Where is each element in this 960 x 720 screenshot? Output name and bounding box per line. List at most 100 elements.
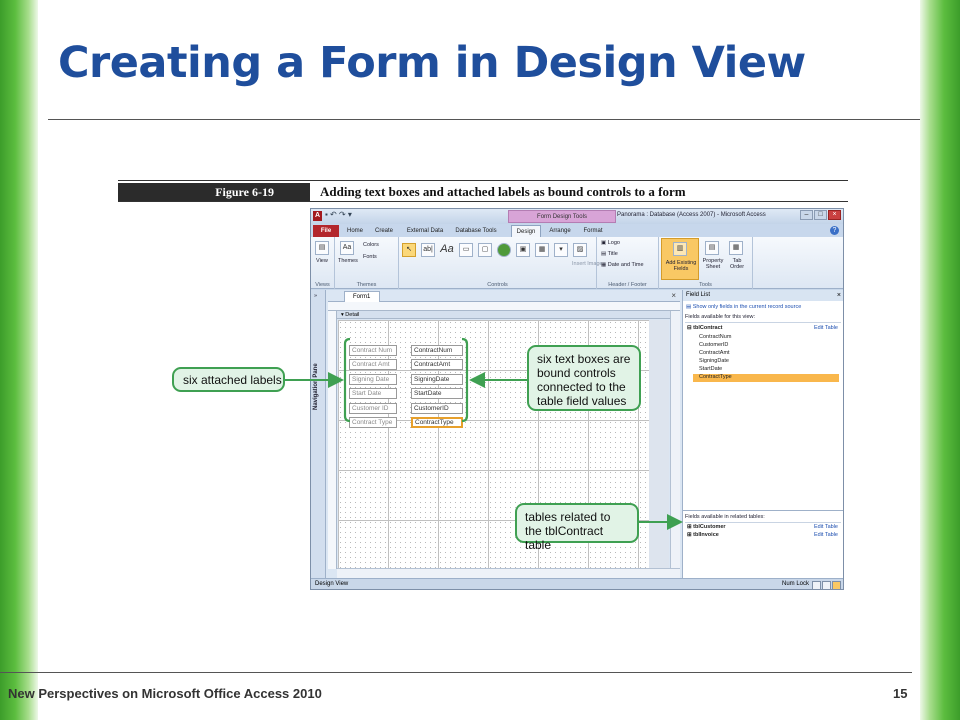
edit-table-link-tblcontract[interactable]: Edit Table (814, 325, 838, 331)
group-themes: Aa Themes Colors Fonts Themes (335, 237, 399, 289)
callout-related-tables: tables related to the tblContract table (515, 503, 639, 552)
field-list-close-icon[interactable]: × (837, 290, 841, 301)
table-tblcustomer[interactable]: ⊞ tblCustomer (687, 524, 726, 530)
field-signingdate[interactable]: SigningDate (699, 358, 729, 364)
related-tables-header: Fields available in related tables: (685, 514, 841, 523)
textbox-signing-date[interactable]: SigningDate (411, 374, 463, 385)
nav-expand-icon[interactable]: » (314, 293, 317, 299)
vertical-scrollbar[interactable] (670, 311, 680, 568)
window-titlebar: A ▪ ↶ ↷ ▾ Form Design Tools Panorama : D… (311, 209, 843, 224)
field-contractamt[interactable]: ContractAmt (699, 350, 730, 356)
close-icon[interactable]: × (828, 210, 841, 220)
tab-form1[interactable]: Form1 (344, 291, 380, 302)
field-contractnum[interactable]: ContractNum (699, 334, 731, 340)
table-tblcontract[interactable]: ⊟ tblContract (687, 325, 722, 331)
window-controls: – □ × (800, 210, 841, 220)
edit-table-link-tblinvoice[interactable]: Edit Table (814, 532, 838, 538)
document-tabs: Form1 × (328, 290, 680, 302)
select-pointer-icon[interactable]: ↖ (402, 243, 416, 257)
tab-file[interactable]: File (313, 225, 339, 237)
button-control-icon[interactable]: ▭ (459, 243, 473, 257)
colors-button[interactable]: Colors (363, 242, 379, 248)
controls-group-label: Controls (487, 282, 508, 288)
property-sheet-label[interactable]: Property Sheet (701, 258, 725, 270)
themes-button-label[interactable]: Themes (338, 258, 358, 264)
window-title: Panorama : Database (Access 2007) - Micr… (617, 212, 766, 218)
header-footer-group-label: Header / Footer (608, 282, 647, 288)
textbox-contract-num[interactable]: ContractNum (411, 345, 463, 356)
table-tblinvoice[interactable]: ⊞ tblInvoice (687, 532, 719, 538)
navigation-pane-label: Navigation Pane (313, 363, 319, 410)
table-tblinvoice-label: tblInvoice (693, 532, 719, 538)
date-time-label: Date and Time (607, 262, 644, 268)
insert-image-icon[interactable]: ▨ (573, 243, 587, 257)
navigation-pane[interactable]: » Navigation Pane (311, 290, 326, 578)
quick-access-toolbar[interactable]: ▪ ↶ ↷ ▾ (325, 210, 352, 219)
label-start-date[interactable]: Start Date (349, 388, 397, 399)
help-icon[interactable]: ? (830, 226, 839, 235)
textbox-contract-amt[interactable]: ContractAmt (411, 359, 463, 370)
add-existing-fields-button[interactable]: ▥ Add Existing Fields (661, 238, 699, 280)
themes-icon[interactable]: Aa (340, 241, 354, 255)
tab-order-label[interactable]: Tab Order (729, 258, 745, 270)
design-view-icon[interactable] (832, 581, 841, 589)
navigation-control-icon[interactable]: ▦ (535, 243, 549, 257)
left-green-bar (0, 0, 38, 720)
access-app-icon[interactable]: A (313, 211, 322, 221)
fonts-button[interactable]: Fonts (363, 254, 377, 260)
horizontal-scrollbar[interactable] (337, 568, 680, 578)
view-icon[interactable]: ▤ (315, 241, 329, 255)
minimize-icon[interactable]: – (800, 210, 813, 220)
view-button-label[interactable]: View (316, 258, 328, 264)
label-contract-type[interactable]: Contract Type (349, 417, 397, 428)
web-browser-control-icon[interactable]: ▣ (516, 243, 530, 257)
tab-control-icon[interactable]: ▢ (478, 243, 492, 257)
tab-design[interactable]: Design (511, 225, 541, 237)
figure-caption-bar: Figure 6-19 Adding text boxes and attach… (118, 180, 848, 202)
figure-caption: Adding text boxes and attached labels as… (320, 184, 686, 199)
add-existing-fields-icon: ▥ (673, 242, 687, 256)
tab-database-tools[interactable]: Database Tools (451, 225, 501, 237)
tab-create[interactable]: Create (371, 225, 397, 237)
label-customer-id[interactable]: Customer ID (349, 403, 397, 414)
field-customerid[interactable]: CustomerID (699, 342, 728, 348)
tab-format[interactable]: Format (579, 225, 607, 237)
field-contracttype[interactable]: ContractType (699, 374, 732, 380)
group-controls: ↖ ab| Aa ▭ ▢ ▣ ▦ ▾ ▨ Insert Image Contro… (399, 237, 603, 289)
label-control-icon[interactable]: Aa (440, 243, 454, 257)
tab-external-data[interactable]: External Data (403, 225, 447, 237)
property-sheet-icon[interactable]: ▤ (705, 241, 719, 255)
tab-order-icon[interactable]: ▦ (729, 241, 743, 255)
show-only-fields-link[interactable]: ▤ Show only fields in the current record… (686, 304, 801, 310)
field-list-title: Field List (686, 292, 711, 298)
textbox-customer-id[interactable]: CustomerID (411, 403, 463, 414)
figure-label: Figure 6-19 (118, 183, 310, 201)
views-group-label: Views (315, 282, 330, 288)
textbox-control-icon[interactable]: ab| (421, 243, 435, 257)
slide-title: Creating a Form in Design View (58, 38, 806, 88)
form-view-icon[interactable] (812, 581, 821, 589)
tab-arrange[interactable]: Arrange (545, 225, 575, 237)
close-form-icon[interactable]: × (671, 291, 676, 300)
label-signing-date[interactable]: Signing Date (349, 374, 397, 385)
more-controls-icon[interactable]: ▾ (554, 243, 568, 257)
title-button[interactable]: ▤ Title (601, 251, 618, 257)
horizontal-ruler (328, 302, 680, 311)
footer-divider (0, 672, 912, 673)
maximize-icon[interactable]: □ (814, 210, 827, 220)
textbox-contract-type[interactable]: ContractType (411, 417, 463, 428)
field-startdate[interactable]: StartDate (699, 366, 722, 372)
layout-view-icon[interactable] (822, 581, 831, 589)
tab-home[interactable]: Home (343, 225, 367, 237)
logo-button[interactable]: ▣ Logo (601, 240, 620, 246)
logo-label: Logo (607, 240, 620, 246)
title-divider (48, 119, 920, 120)
vertical-ruler (328, 311, 337, 569)
hyperlink-control-icon[interactable] (497, 243, 511, 257)
date-time-button[interactable]: ▦ Date and Time (601, 262, 644, 268)
detail-section-bar[interactable]: ▾ Detail (337, 311, 680, 319)
textbox-start-date[interactable]: StartDate (411, 388, 463, 399)
label-contract-num[interactable]: Contract Num (349, 345, 397, 356)
edit-table-link-tblcustomer[interactable]: Edit Table (814, 524, 838, 530)
label-contract-amt[interactable]: Contract Amt (349, 359, 397, 370)
